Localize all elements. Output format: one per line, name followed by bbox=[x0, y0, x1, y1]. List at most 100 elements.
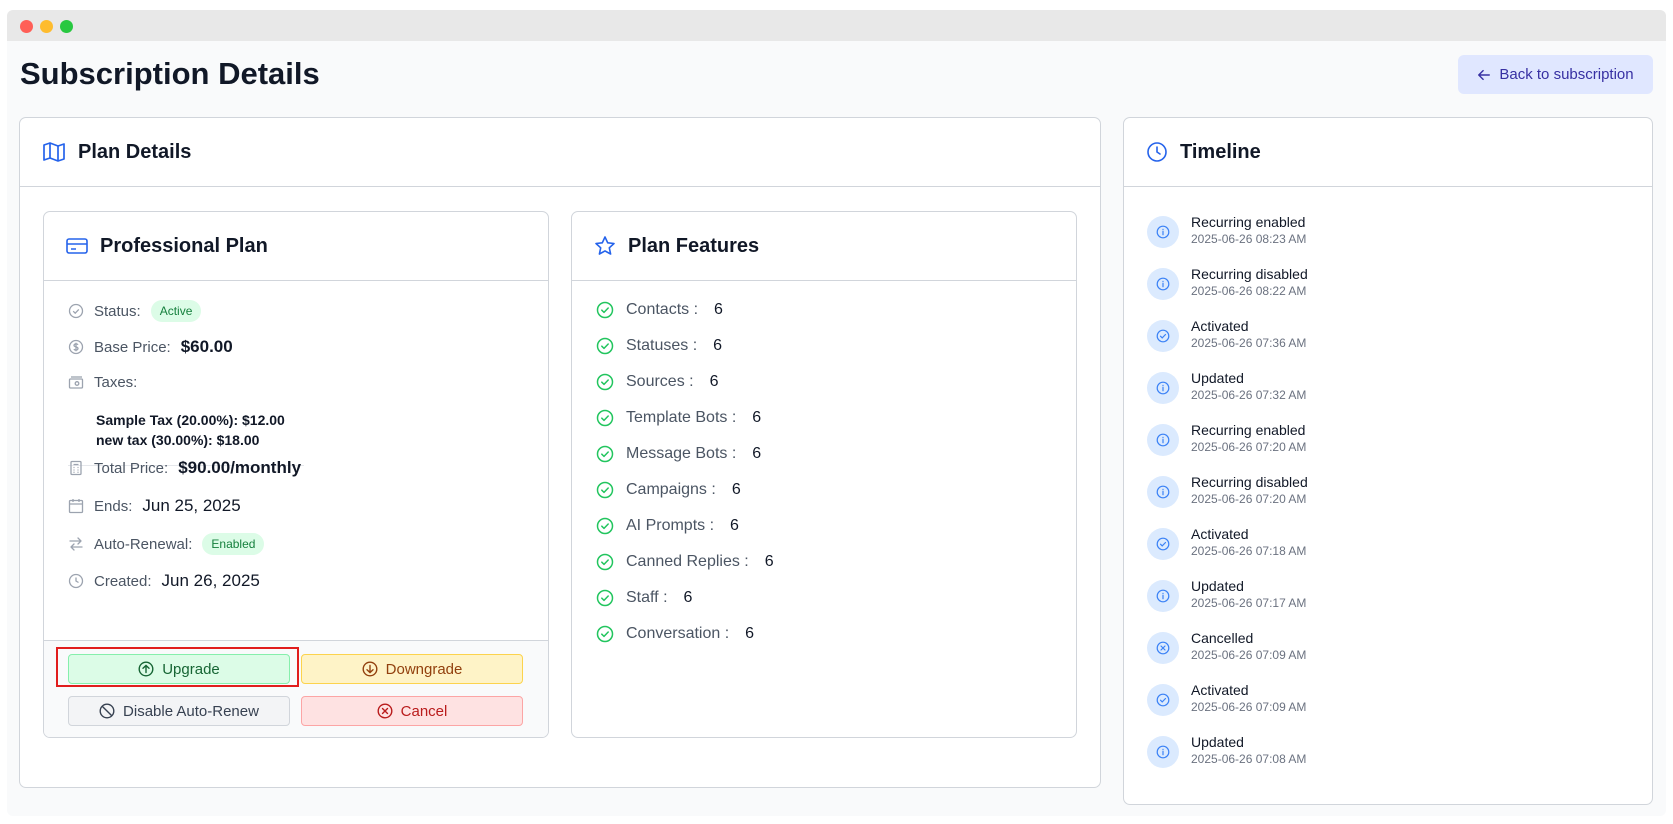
feature-value: 6 bbox=[709, 373, 719, 390]
timeline-event-title: Activated bbox=[1191, 526, 1249, 542]
ends-value: Jun 25, 2025 bbox=[142, 496, 241, 515]
minimize-window-button[interactable] bbox=[40, 20, 53, 33]
ends-row: Ends: Jun 25, 2025 bbox=[68, 496, 241, 516]
back-to-subscription-button[interactable]: Back to subscription bbox=[1458, 55, 1653, 94]
plan-details-title: Plan Details bbox=[78, 140, 192, 163]
feature-item: Sources : 6 bbox=[596, 373, 719, 391]
timeline-event-date: 2025-06-26 08:23 AM bbox=[1191, 232, 1307, 246]
feature-value: 6 bbox=[745, 625, 755, 642]
timeline-event-date: 2025-06-26 07:32 AM bbox=[1191, 388, 1307, 402]
check-circle-icon bbox=[596, 517, 614, 535]
timeline-event-title: Updated bbox=[1191, 734, 1244, 750]
cancel-subscription-button[interactable]: Cancel bbox=[301, 696, 523, 726]
plan-features-header: Plan Features bbox=[572, 212, 1076, 281]
check-circle-icon bbox=[1147, 528, 1179, 560]
timeline-event-date: 2025-06-26 07:20 AM bbox=[1191, 492, 1307, 506]
feature-value: 6 bbox=[764, 553, 774, 570]
timeline-item: Recurring enabled 2025-06-26 08:23 AM bbox=[1147, 213, 1306, 248]
timeline-event-title: Recurring enabled bbox=[1191, 422, 1306, 438]
auto-renewal-label: Auto-Renewal: bbox=[94, 535, 193, 553]
timeline-item: Recurring disabled 2025-06-26 07:20 AM bbox=[1147, 473, 1308, 508]
timeline-event-title: Recurring enabled bbox=[1191, 214, 1306, 230]
check-circle-icon bbox=[596, 445, 614, 463]
plan-details-header: Plan Details bbox=[20, 118, 1100, 187]
tax-list: Sample Tax (20.00%): $12.00 new tax (30.… bbox=[96, 410, 285, 450]
timeline-card: Timeline Recurring enabled 2025-06-26 08:… bbox=[1123, 117, 1653, 805]
info-icon bbox=[1147, 216, 1179, 248]
clock-icon bbox=[68, 573, 84, 589]
info-icon bbox=[1147, 372, 1179, 404]
info-icon bbox=[1147, 736, 1179, 768]
feature-label: Sources : bbox=[626, 373, 694, 390]
downgrade-button[interactable]: Downgrade bbox=[301, 654, 523, 684]
timeline-item: Activated 2025-06-26 07:09 AM bbox=[1147, 681, 1306, 716]
timeline-event-date: 2025-06-26 07:36 AM bbox=[1191, 336, 1307, 350]
check-circle-icon bbox=[596, 625, 614, 643]
tax-line: Sample Tax (20.00%): $12.00 bbox=[96, 412, 285, 428]
info-icon bbox=[1147, 424, 1179, 456]
close-window-button[interactable] bbox=[20, 20, 33, 33]
disable-auto-renew-button[interactable]: Disable Auto-Renew bbox=[68, 696, 290, 726]
timeline-item: Activated 2025-06-26 07:36 AM bbox=[1147, 317, 1306, 352]
feature-label: AI Prompts : bbox=[626, 517, 715, 534]
check-circle-icon bbox=[1147, 684, 1179, 716]
feature-item: Canned Replies : 6 bbox=[596, 553, 774, 571]
check-circle-icon bbox=[68, 303, 84, 319]
feature-label: Message Bots : bbox=[626, 445, 737, 462]
timeline-item-text: Activated 2025-06-26 07:36 AM bbox=[1191, 317, 1306, 351]
maximize-window-button[interactable] bbox=[60, 20, 73, 33]
feature-item: Statuses : 6 bbox=[596, 337, 722, 355]
cancel-label: Cancel bbox=[400, 702, 448, 720]
timeline-event-title: Activated bbox=[1191, 318, 1249, 334]
base-price-value: $60.00 bbox=[180, 337, 233, 356]
upgrade-button[interactable]: Upgrade bbox=[68, 654, 290, 684]
downgrade-label: Downgrade bbox=[385, 660, 463, 678]
feature-item: AI Prompts : 6 bbox=[596, 517, 739, 535]
timeline-item: Cancelled 2025-06-26 07:09 AM bbox=[1147, 629, 1306, 664]
timeline-event-title: Activated bbox=[1191, 682, 1249, 698]
timeline-event-title: Updated bbox=[1191, 578, 1244, 594]
timeline-event-date: 2025-06-26 07:09 AM bbox=[1191, 648, 1307, 662]
ban-icon bbox=[99, 703, 115, 719]
feature-item: Staff : 6 bbox=[596, 589, 692, 607]
feature-label: Canned Replies : bbox=[626, 553, 749, 570]
timeline-item-text: Updated 2025-06-26 07:32 AM bbox=[1191, 369, 1306, 403]
timeline-event-date: 2025-06-26 07:08 AM bbox=[1191, 752, 1307, 766]
timeline-item: Updated 2025-06-26 07:17 AM bbox=[1147, 577, 1306, 612]
timeline-item-text: Cancelled 2025-06-26 07:09 AM bbox=[1191, 629, 1306, 663]
feature-label: Template Bots : bbox=[626, 409, 737, 426]
timeline-title: Timeline bbox=[1180, 140, 1261, 163]
back-button-label: Back to subscription bbox=[1499, 66, 1634, 83]
check-circle-icon bbox=[596, 481, 614, 499]
check-circle-icon bbox=[596, 553, 614, 571]
feature-value: 6 bbox=[713, 337, 723, 354]
timeline-item-text: Activated 2025-06-26 07:09 AM bbox=[1191, 681, 1306, 715]
total-price-label: Total Price: bbox=[94, 459, 169, 477]
taxes-row: Taxes: bbox=[68, 374, 137, 391]
professional-plan-card: Professional Plan Status: Active Base Pr… bbox=[43, 211, 549, 738]
taxes-label: Taxes: bbox=[94, 374, 138, 391]
check-circle-icon bbox=[596, 589, 614, 607]
timeline-event-date: 2025-06-26 07:18 AM bbox=[1191, 544, 1307, 558]
created-label: Created: bbox=[94, 572, 152, 590]
timeline-event-title: Cancelled bbox=[1191, 630, 1254, 646]
timeline-item-text: Recurring disabled 2025-06-26 08:22 AM bbox=[1191, 265, 1308, 299]
total-price-value: $90.00/monthly bbox=[178, 458, 302, 477]
check-circle-icon bbox=[596, 301, 614, 319]
clock-icon bbox=[1146, 141, 1168, 163]
arrow-down-circle-icon bbox=[362, 661, 378, 677]
credit-card-icon bbox=[66, 237, 88, 255]
feature-value: 6 bbox=[752, 445, 762, 462]
timeline-event-date: 2025-06-26 07:17 AM bbox=[1191, 596, 1307, 610]
auto-renewal-badge: Enabled bbox=[202, 533, 265, 555]
tax-line: new tax (30.00%): $18.00 bbox=[96, 432, 260, 448]
timeline-item: Recurring disabled 2025-06-26 08:22 AM bbox=[1147, 265, 1308, 300]
check-circle-icon bbox=[1147, 320, 1179, 352]
timeline-event-title: Recurring disabled bbox=[1191, 474, 1308, 490]
feature-label: Conversation : bbox=[626, 625, 730, 642]
timeline-event-title: Updated bbox=[1191, 370, 1244, 386]
feature-label: Staff : bbox=[626, 589, 668, 606]
timeline-event-date: 2025-06-26 07:20 AM bbox=[1191, 440, 1307, 454]
timeline-item-text: Activated 2025-06-26 07:18 AM bbox=[1191, 525, 1306, 559]
feature-label: Statuses : bbox=[626, 337, 698, 354]
